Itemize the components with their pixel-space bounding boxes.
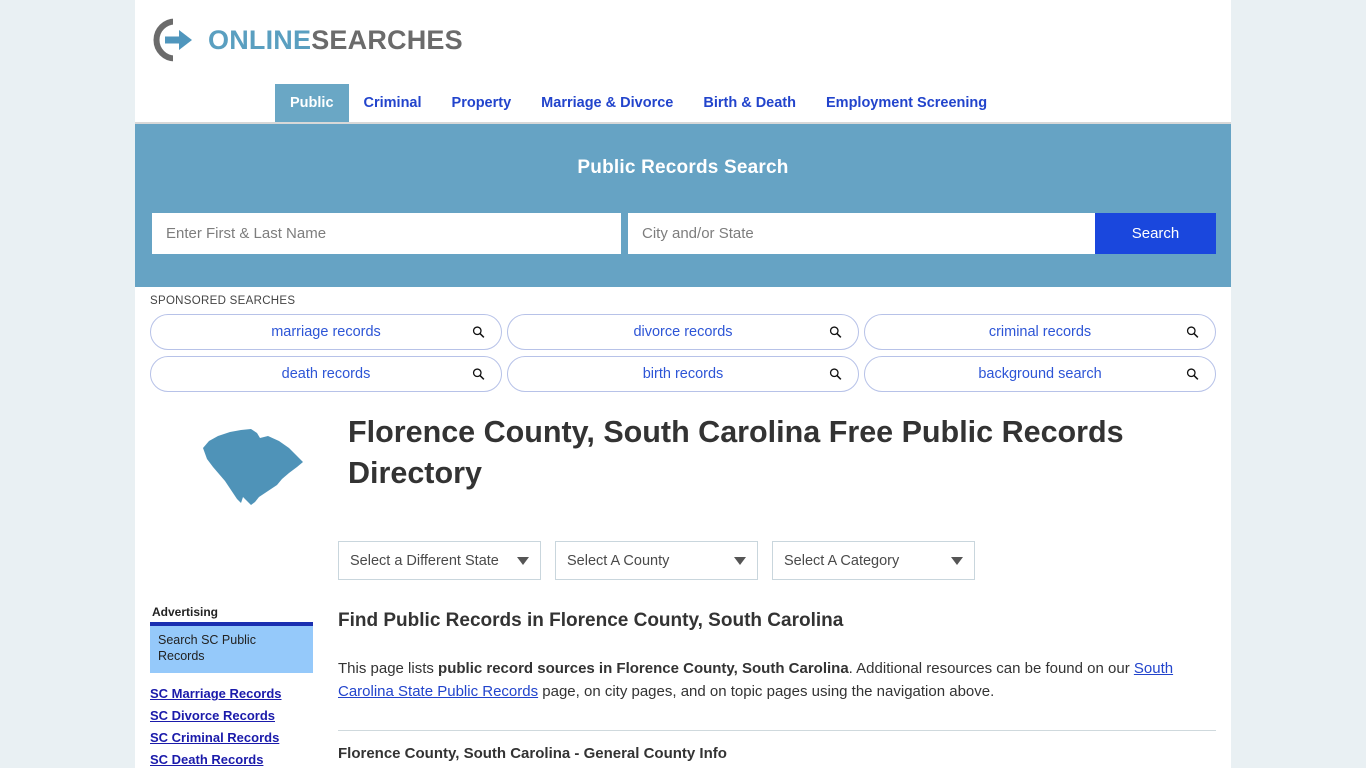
- intro-text-bold: public record sources in Florence County…: [438, 660, 849, 677]
- search-icon: [472, 326, 485, 338]
- section-heading: Find Public Records in Florence County, …: [338, 610, 844, 631]
- intro-text-part3: page, on city pages, and on topic pages …: [538, 683, 995, 701]
- advertising-box-text: Search SC Public Records: [158, 633, 256, 663]
- search-icon: [829, 368, 842, 380]
- hero-block: Florence County, South Carolina Free Pub…: [150, 398, 1216, 517]
- sponsored-pill-background-search[interactable]: background search: [864, 356, 1216, 392]
- sponsored-pill-death-records[interactable]: death records: [150, 356, 502, 392]
- general-county-info-heading: Florence County, South Carolina - Genera…: [338, 744, 727, 762]
- nav-item-marriage-divorce[interactable]: Marriage & Divorce: [526, 84, 688, 122]
- nav-item-public[interactable]: Public: [275, 84, 349, 122]
- search-icon: [829, 326, 842, 338]
- sponsored-pill-label: marriage records: [271, 324, 381, 340]
- sidebar-link-sc-marriage-records[interactable]: SC Marriage Records: [150, 686, 313, 701]
- nav-item-birth-death[interactable]: Birth & Death: [688, 84, 811, 122]
- site-header: ONLINESEARCHES: [135, 0, 1231, 84]
- content-column: ONLINESEARCHES Public Criminal Property …: [135, 0, 1231, 768]
- search-icon: [472, 368, 485, 380]
- sponsored-pill-label: divorce records: [633, 324, 733, 340]
- sponsored-row-1: marriage records divorce records crimina…: [150, 314, 1216, 350]
- sponsored-pill-label: death records: [281, 366, 371, 382]
- select-county-label: Select A County: [567, 552, 670, 569]
- search-button[interactable]: Search: [1095, 213, 1216, 254]
- sponsored-searches-label: SPONSORED SEARCHES: [150, 295, 296, 307]
- sponsored-pill-label: birth records: [642, 366, 724, 382]
- sidebar-link-sc-criminal-records[interactable]: SC Criminal Records: [150, 730, 313, 745]
- sponsored-pill-label: background search: [978, 366, 1102, 382]
- nav-item-property[interactable]: Property: [437, 84, 527, 122]
- main-nav: Public Criminal Property Marriage & Divo…: [135, 84, 1231, 124]
- advertising-label: Advertising: [152, 605, 219, 619]
- sponsored-pill-criminal-records[interactable]: criminal records: [864, 314, 1216, 350]
- intro-paragraph: This page lists public record sources in…: [338, 657, 1216, 704]
- sidebar-links: SC Marriage Records SC Divorce Records S…: [150, 686, 313, 768]
- content-divider: [338, 729, 1216, 731]
- page-root: ONLINESEARCHES Public Criminal Property …: [0, 0, 1366, 768]
- sponsored-pill-label: criminal records: [988, 324, 1092, 340]
- search-icon: [1186, 368, 1199, 380]
- advertising-box[interactable]: Search SC Public Records: [150, 622, 313, 674]
- select-category-label: Select A Category: [784, 552, 900, 569]
- select-state-label: Select a Different State: [350, 552, 499, 569]
- public-records-search-banner: Public Records Search Search: [135, 124, 1231, 287]
- logo-text-online: ONLINE: [208, 24, 312, 55]
- logo-text-searches: SEARCHES: [311, 24, 463, 55]
- search-form: Search: [152, 213, 1216, 254]
- sponsored-pill-divorce-records[interactable]: divorce records: [507, 314, 859, 350]
- search-icon: [1186, 326, 1199, 338]
- sidebar-link-sc-divorce-records[interactable]: SC Divorce Records: [150, 708, 313, 723]
- select-county-dropdown[interactable]: Select A County: [555, 541, 758, 580]
- city-state-input[interactable]: [628, 213, 1095, 254]
- select-category-dropdown[interactable]: Select A Category: [772, 541, 975, 580]
- sponsored-searches: SPONSORED SEARCHES marriage records divo…: [135, 287, 1231, 392]
- page-title: Florence County, South Carolina Free Pub…: [348, 415, 1124, 491]
- left-sidebar: Advertising Search SC Public Records SC …: [150, 605, 313, 768]
- site-logo[interactable]: ONLINESEARCHES: [152, 17, 463, 63]
- intro-text-part2: . Additional resources can be found on o…: [848, 660, 1134, 677]
- sidebar-link-sc-death-records[interactable]: SC Death Records: [150, 752, 313, 767]
- nav-item-employment-screening[interactable]: Employment Screening: [811, 84, 1002, 122]
- search-banner-title: Public Records Search: [577, 157, 789, 178]
- chevron-down-icon: [951, 556, 963, 565]
- name-input[interactable]: [152, 213, 621, 254]
- sponsored-pill-marriage-records[interactable]: marriage records: [150, 314, 502, 350]
- chevron-down-icon: [517, 556, 529, 565]
- sponsored-pill-birth-records[interactable]: birth records: [507, 356, 859, 392]
- sponsored-row-2: death records birth records background s…: [150, 356, 1216, 392]
- south-carolina-map-icon: [203, 429, 303, 505]
- logo-text: ONLINESEARCHES: [208, 24, 463, 55]
- select-state-dropdown[interactable]: Select a Different State: [338, 541, 541, 580]
- chevron-down-icon: [734, 556, 746, 565]
- circle-arrow-icon: [153, 17, 198, 63]
- intro-text-part1: This page lists: [338, 660, 439, 677]
- filter-selects: Select a Different State Select A County…: [338, 541, 1216, 580]
- main-content: Find Public Records in Florence County, …: [338, 580, 1216, 762]
- nav-item-criminal[interactable]: Criminal: [349, 84, 437, 122]
